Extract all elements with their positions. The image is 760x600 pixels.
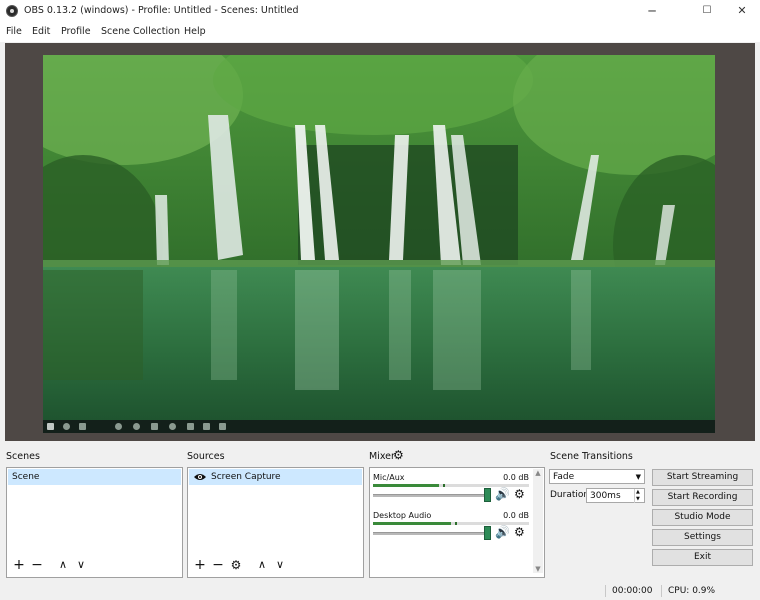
start-streaming-button[interactable]: Start Streaming: [652, 469, 753, 486]
status-divider: [605, 585, 606, 597]
track-db: 0.0 dB: [503, 473, 529, 482]
source-item-label: Screen Capture: [211, 472, 281, 482]
move-scene-down-button[interactable]: ∨: [73, 557, 89, 573]
preview-canvas[interactable]: [43, 55, 715, 433]
title-bar: OBS 0.13.2 (windows) - Profile: Untitled…: [0, 0, 760, 22]
spin-buttons[interactable]: ▲ ▼: [634, 489, 644, 503]
track-name: Mic/Aux: [373, 473, 405, 482]
sources-list[interactable]: Screen Capture + − ⚙ ∧ ∨: [187, 467, 364, 578]
source-properties-gear-icon[interactable]: ⚙: [228, 557, 244, 573]
app-icon: [115, 423, 122, 430]
move-scene-up-button[interactable]: ∧: [55, 557, 71, 573]
preview-taskbar: [43, 420, 715, 433]
start-recording-button[interactable]: Start Recording: [652, 489, 753, 506]
recording-time: 00:00:00: [612, 586, 653, 596]
scenes-list[interactable]: Scene + − ∧ ∨: [6, 467, 183, 578]
remove-source-button[interactable]: −: [210, 557, 226, 573]
volume-slider[interactable]: [373, 532, 485, 535]
volume-slider-thumb[interactable]: [484, 526, 491, 540]
mixer-dock-title: Mixer: [369, 451, 395, 462]
close-button[interactable]: ✕: [724, 0, 760, 22]
obs-logo-icon: [6, 5, 18, 17]
move-source-down-button[interactable]: ∨: [272, 557, 288, 573]
maximize-button[interactable]: ☐: [689, 0, 725, 22]
mixer-gear-icon[interactable]: ⚙: [393, 448, 404, 462]
menu-bar: File Edit Profile Scene Collection Help: [0, 22, 760, 42]
studio-mode-button[interactable]: Studio Mode: [652, 509, 753, 526]
transitions-dock-title: Scene Transitions: [550, 451, 633, 462]
volume-slider-thumb[interactable]: [484, 488, 491, 502]
transition-selected-value: Fade: [553, 472, 575, 482]
app-icon: [151, 423, 158, 430]
task-view-icon: [79, 423, 86, 430]
add-scene-button[interactable]: +: [11, 557, 27, 573]
sources-dock-title: Sources: [187, 451, 225, 462]
meter-level: [373, 522, 451, 525]
status-divider: [661, 585, 662, 597]
remove-scene-button[interactable]: −: [29, 557, 45, 573]
scenes-dock-title: Scenes: [6, 451, 40, 462]
speaker-icon[interactable]: 🔊: [495, 525, 510, 539]
track-settings-gear-icon[interactable]: ⚙: [514, 487, 525, 501]
spin-up-icon[interactable]: ▲: [636, 489, 640, 495]
window-title: OBS 0.13.2 (windows) - Profile: Untitled…: [24, 5, 299, 16]
volume-slider[interactable]: [373, 494, 485, 497]
source-item[interactable]: Screen Capture: [189, 469, 362, 485]
search-icon: [63, 423, 70, 430]
duration-spinbox[interactable]: 300ms ▲ ▼: [586, 488, 645, 503]
exit-button[interactable]: Exit: [652, 549, 753, 566]
status-bar: 00:00:00 CPU: 0.9%: [0, 583, 760, 600]
meter-peak: [443, 484, 445, 487]
app-icon: [169, 423, 176, 430]
app-icon: [187, 423, 194, 430]
transition-select[interactable]: Fade ▼: [549, 469, 645, 484]
app-icon: [133, 423, 140, 430]
app-icon: [219, 423, 226, 430]
settings-button[interactable]: Settings: [652, 529, 753, 546]
audio-mixer: Mic/Aux 0.0 dB 🔊 ⚙ Desktop Audio 0.0 dB …: [369, 467, 545, 578]
track-db: 0.0 dB: [503, 511, 529, 520]
scroll-down-arrow-icon[interactable]: ▼: [533, 565, 543, 573]
speaker-icon[interactable]: 🔊: [495, 487, 510, 501]
mixer-track-desktop-audio: Desktop Audio 0.0 dB 🔊 ⚙: [373, 511, 531, 549]
spin-down-icon[interactable]: ▼: [636, 496, 640, 502]
minimize-button[interactable]: ─: [634, 0, 670, 22]
preview-area[interactable]: [5, 43, 755, 441]
scene-item[interactable]: Scene: [8, 469, 181, 485]
chevron-down-icon: ▼: [635, 473, 641, 481]
meter-peak: [455, 522, 457, 525]
scroll-up-arrow-icon[interactable]: ▲: [533, 469, 543, 477]
menu-scene-collection[interactable]: Scene Collection: [101, 26, 180, 37]
waterfall-scene-image: [43, 55, 715, 433]
add-source-button[interactable]: +: [192, 557, 208, 573]
menu-help[interactable]: Help: [184, 26, 206, 37]
menu-edit[interactable]: Edit: [32, 26, 50, 37]
cpu-usage: CPU: 0.9%: [668, 586, 716, 596]
track-settings-gear-icon[interactable]: ⚙: [514, 525, 525, 539]
duration-label: Duration: [550, 490, 590, 500]
mixer-track-mic-aux: Mic/Aux 0.0 dB 🔊 ⚙: [373, 473, 531, 511]
eye-icon[interactable]: [194, 473, 206, 481]
track-name: Desktop Audio: [373, 511, 432, 520]
menu-file[interactable]: File: [6, 26, 22, 37]
move-source-up-button[interactable]: ∧: [254, 557, 270, 573]
menu-profile[interactable]: Profile: [61, 26, 91, 37]
mixer-scrollbar[interactable]: ▲ ▼: [533, 469, 543, 573]
meter-level: [373, 484, 439, 487]
windows-start-icon: [47, 423, 54, 430]
duration-value: 300ms: [590, 491, 621, 501]
app-icon: [203, 423, 210, 430]
